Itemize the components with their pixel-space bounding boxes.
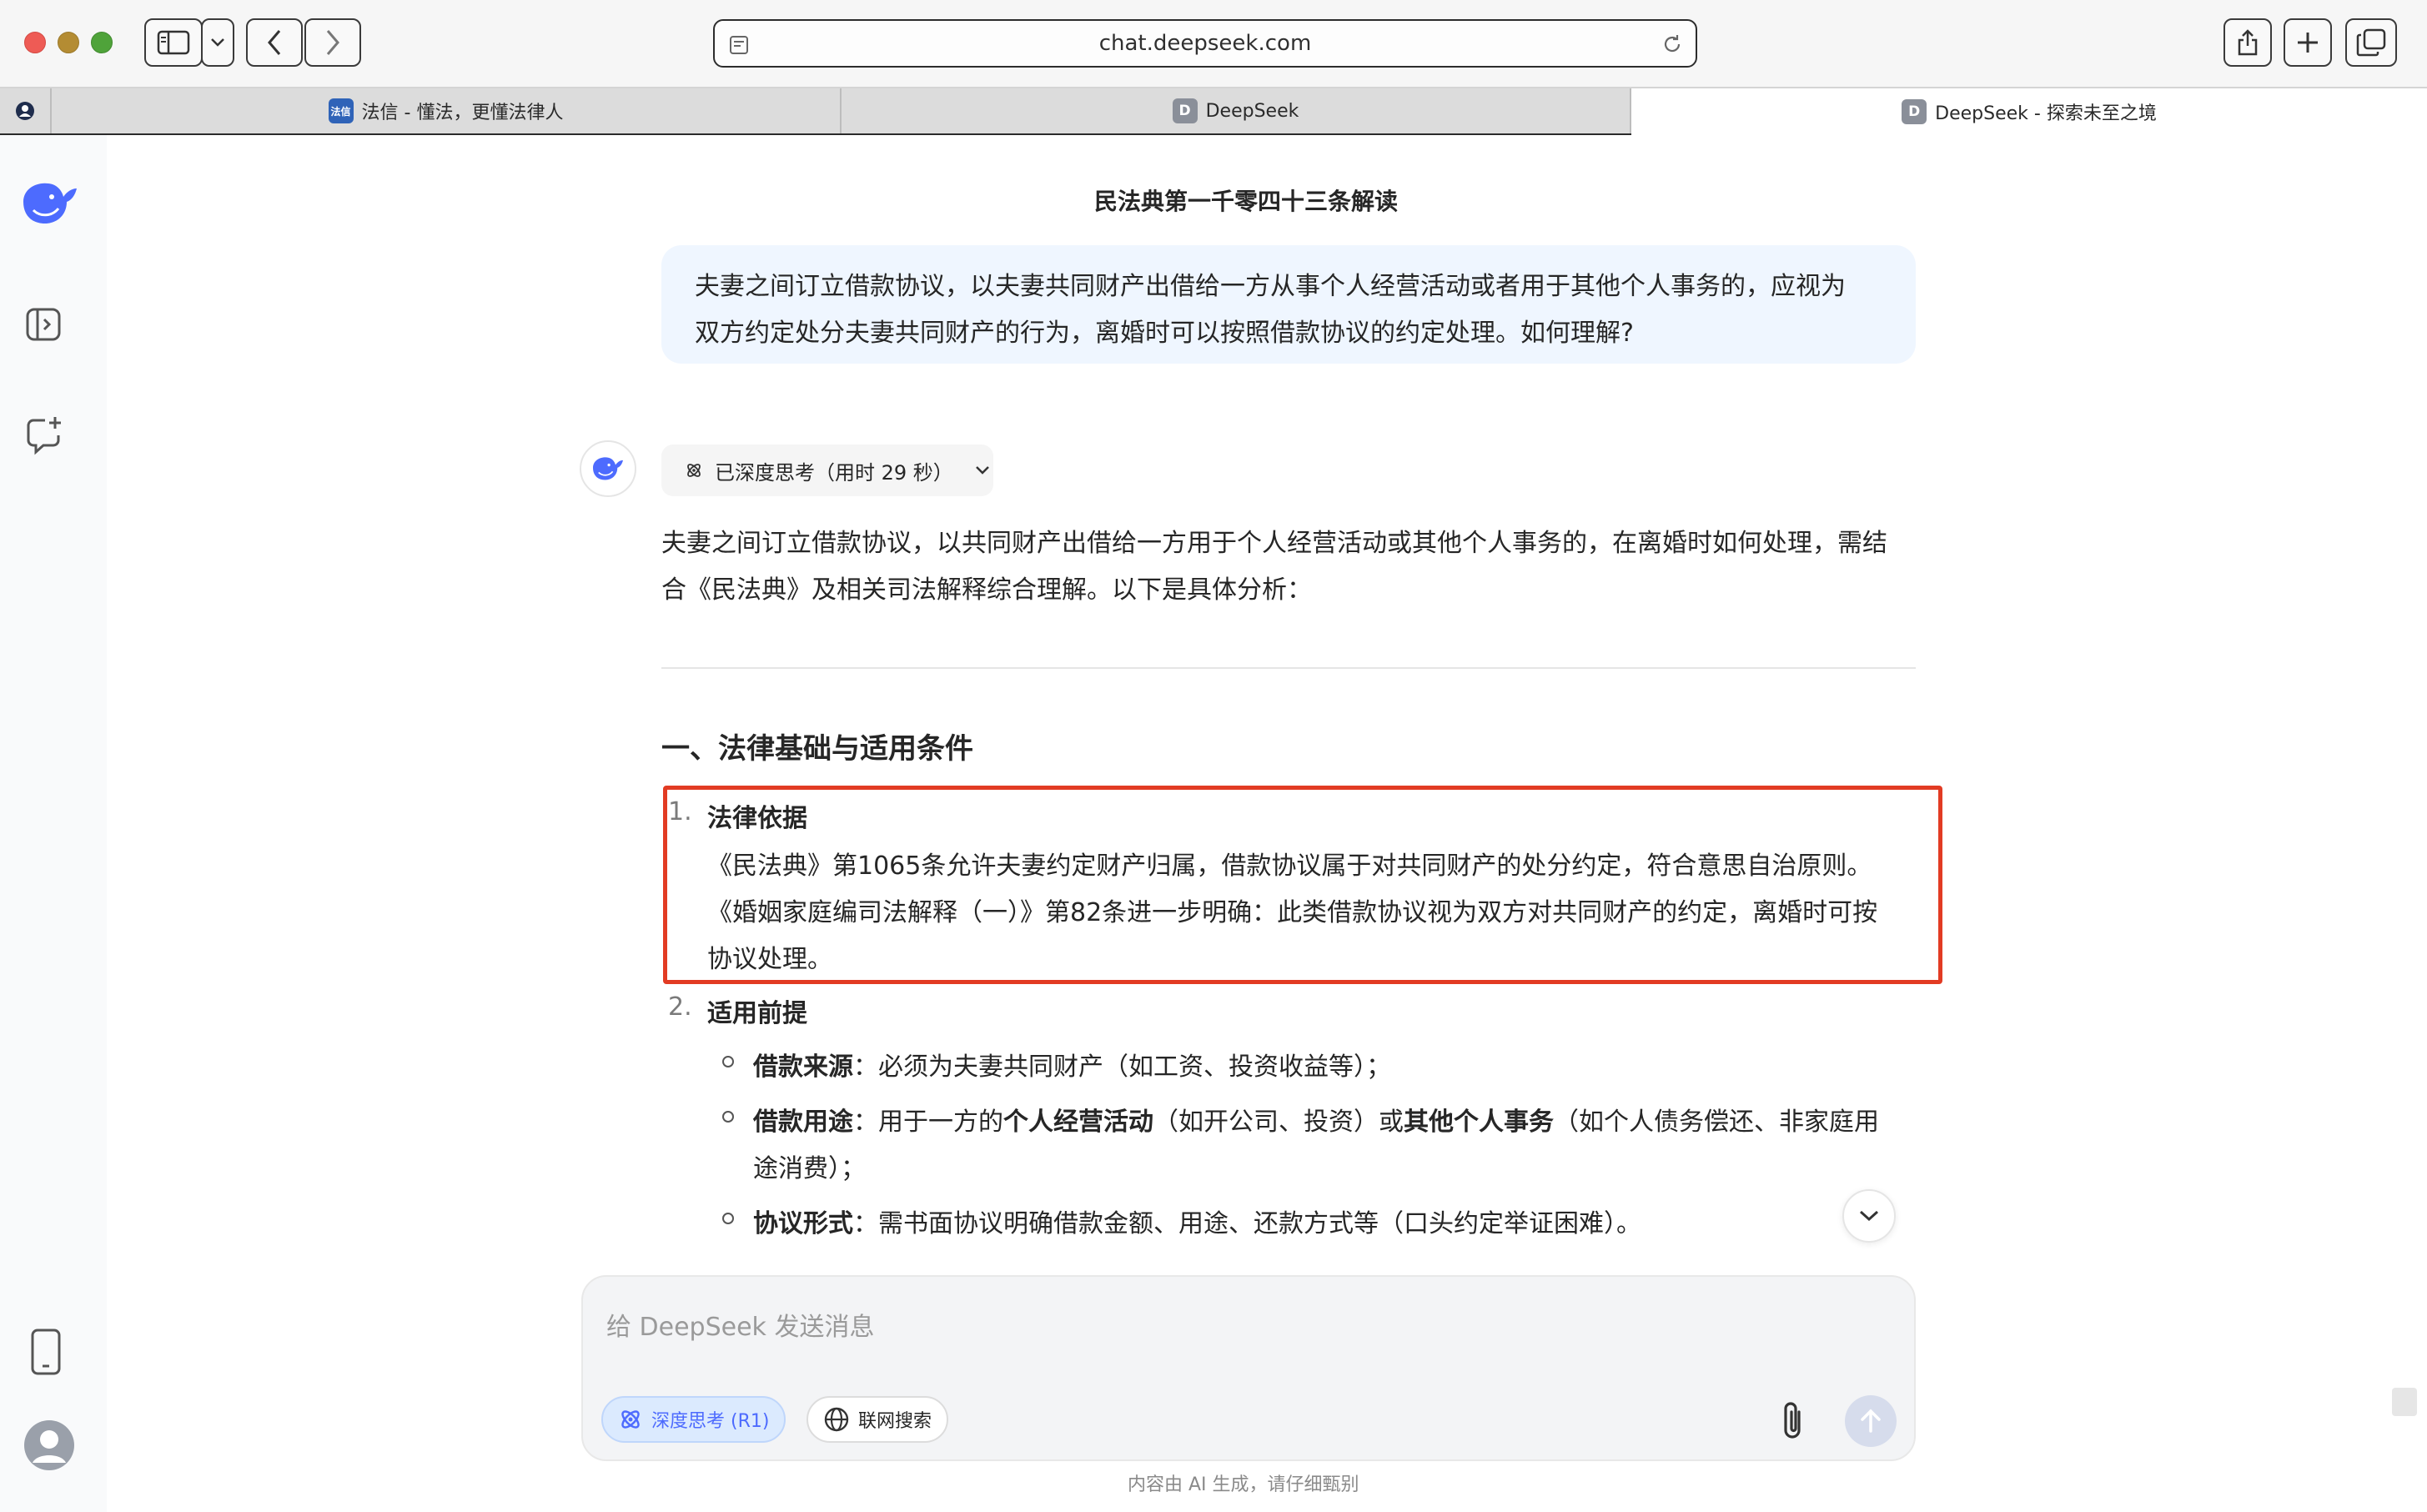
- sidebar-expand-icon: [26, 308, 61, 341]
- share-button[interactable]: [2223, 18, 2272, 67]
- new-chat-icon: [27, 417, 61, 455]
- browser-window: chat.deepseek.com 法信 法信 - 懂法，更懂法律人 D Dee…: [0, 0, 2427, 1512]
- address-bar[interactable]: chat.deepseek.com: [713, 19, 1697, 68]
- deepseek-favicon-icon: D: [1902, 99, 1927, 124]
- bullet-item: 协议形式：需书面协议明确借款金额、用途、还款方式等（口头约定举证困难）。: [753, 1203, 1641, 1239]
- user-message-line: 夫妻之间订立借款协议，以夫妻共同财产出借给一方从事个人经营活动或者用于其他个人事…: [695, 272, 1846, 301]
- deepseek-favicon-icon: D: [1172, 98, 1198, 123]
- tab-label: 法信 - 懂法，更懂法律人: [361, 103, 564, 123]
- reload-icon[interactable]: [1661, 33, 1684, 56]
- pinned-tab[interactable]: [0, 88, 52, 133]
- bullet-text: ：需书面协议明确借款金额、用途、还款方式等（口头约定举证困难）。: [853, 1209, 1641, 1238]
- pinned-site-icon: [16, 102, 34, 120]
- url-text: chat.deepseek.com: [1098, 31, 1312, 56]
- bullet-label: 借款用途: [753, 1108, 853, 1137]
- tab-deepseek[interactable]: D DeepSeek: [842, 88, 1631, 133]
- mobile-icon: [31, 1329, 61, 1375]
- list-item-title: 适用前提: [707, 999, 807, 1028]
- mobile-app-button[interactable]: [30, 1328, 62, 1376]
- chevron-right-icon: [326, 30, 339, 55]
- browser-toolbar: chat.deepseek.com: [0, 0, 2427, 88]
- faxin-favicon-icon: 法信: [328, 98, 354, 123]
- thinking-toggle[interactable]: 已深度思考（用时 29 秒）: [661, 445, 993, 496]
- scroll-to-bottom-button[interactable]: [1842, 1189, 1896, 1243]
- user-profile-button[interactable]: [23, 1419, 75, 1471]
- ai-disclaimer: 内容由 AI 生成，请仔细甄别: [1128, 1474, 1359, 1495]
- bullet-emphasis: 其他个人事务: [1404, 1108, 1554, 1137]
- web-search-label: 联网搜索: [858, 1411, 932, 1432]
- tab-overview-button[interactable]: [2345, 18, 2397, 67]
- bullet-circle: [722, 1056, 734, 1067]
- deep-think-label: 深度思考 (R1): [651, 1411, 770, 1432]
- chevron-down-icon: [1859, 1210, 1879, 1222]
- assistant-avatar: [580, 440, 636, 497]
- close-window-button[interactable]: [24, 32, 46, 53]
- bullet-circle: [722, 1111, 734, 1123]
- message-composer: 深度思考 (R1) 联网搜索: [581, 1275, 1916, 1461]
- tab-bar: 法信 法信 - 懂法，更懂法律人 D DeepSeek D DeepSeek -…: [0, 88, 2427, 135]
- deep-think-toggle[interactable]: 深度思考 (R1): [601, 1396, 786, 1443]
- open-sidebar-button[interactable]: [25, 307, 62, 342]
- share-icon: [2238, 29, 2258, 56]
- list-number: 2.: [668, 992, 692, 1022]
- answer-intro: 夫妻之间订立借款协议，以共同财产出借给一方用于个人经营活动或其他个人事务的，在离…: [661, 520, 1917, 614]
- bullet-circle: [722, 1213, 734, 1224]
- tab-faxin[interactable]: 法信 法信 - 懂法，更懂法律人: [52, 88, 842, 133]
- tab-label: DeepSeek: [1205, 100, 1299, 122]
- tab-overview-icon: [2356, 28, 2386, 57]
- attach-file-button[interactable]: [1777, 1400, 1807, 1445]
- sidebar-icon: [157, 30, 190, 55]
- bullet-label: 借款来源: [753, 1052, 853, 1082]
- user-message: 夫妻之间订立借款协议，以夫妻共同财产出借给一方从事个人经营活动或者用于其他个人事…: [661, 245, 1916, 364]
- chevron-down-icon: [975, 466, 989, 475]
- tab-label: DeepSeek - 探索未至之境: [1935, 103, 2157, 124]
- minimize-window-button[interactable]: [58, 32, 79, 53]
- new-chat-button[interactable]: [25, 415, 63, 455]
- atom-icon: [621, 1410, 640, 1429]
- message-input[interactable]: [606, 1302, 1857, 1352]
- thinking-label: 已深度思考（用时 29 秒）: [715, 460, 953, 485]
- page-settings-icon[interactable]: [728, 34, 750, 56]
- bullet-text: 途消费）；: [753, 1154, 866, 1183]
- zoom-window-button[interactable]: [91, 32, 113, 53]
- web-search-toggle[interactable]: 联网搜索: [806, 1396, 949, 1443]
- user-avatar-icon: [24, 1420, 74, 1470]
- new-tab-button[interactable]: [2284, 18, 2332, 67]
- highlight-annotation-box: [663, 786, 1942, 984]
- back-button[interactable]: [246, 18, 303, 67]
- bullet-text: （如开公司、投资）或: [1153, 1108, 1404, 1137]
- sidebar-toggle-button[interactable]: [144, 18, 203, 67]
- section-heading: 一、法律基础与适用条件: [661, 732, 973, 766]
- bullet-text: （如个人债务偿还、非家庭用: [1554, 1108, 1879, 1137]
- bullet-label: 协议形式: [753, 1209, 853, 1238]
- user-message-line: 双方约定处分夫妻共同财产的行为，离婚时可以按照借款协议的约定处理。如何理解?: [695, 319, 1634, 348]
- send-button[interactable]: [1845, 1395, 1897, 1447]
- answer-line: 夫妻之间订立借款协议，以共同财产出借给一方用于个人经营活动或其他个人事务的，在离…: [661, 529, 1887, 558]
- tab-group-dropdown-button[interactable]: [201, 18, 234, 67]
- divider: [661, 667, 1916, 669]
- answer-line: 合《民法典》及相关司法解释综合理解。以下是具体分析：: [661, 575, 1312, 605]
- plus-icon: [2298, 33, 2318, 53]
- left-rail: [0, 135, 107, 1512]
- chevron-left-icon: [268, 30, 281, 55]
- arrow-up-icon: [1861, 1409, 1881, 1433]
- bullet-item: 借款来源：必须为夫妻共同财产（如工资、投资收益等）；: [753, 1046, 1391, 1083]
- bullet-text: ：用于一方的: [853, 1108, 1003, 1137]
- paperclip-icon: [1784, 1402, 1801, 1439]
- deepseek-logo[interactable]: [18, 177, 82, 230]
- scrollbar-handle[interactable]: [2392, 1388, 2417, 1416]
- bullet-text: ：必须为夫妻共同财产（如工资、投资收益等）；: [853, 1052, 1391, 1082]
- globe-icon: [824, 1407, 849, 1432]
- deepseek-logo-icon: [593, 457, 623, 480]
- chevron-down-icon: [211, 38, 224, 47]
- forward-button[interactable]: [304, 18, 361, 67]
- bullet-item: 借款用途：用于一方的个人经营活动（如开公司、投资）或其他个人事务（如个人债务偿还…: [753, 1101, 1879, 1138]
- deepseek-logo-icon: [23, 183, 77, 224]
- atom-icon: [687, 464, 701, 477]
- tab-deepseek-active[interactable]: D DeepSeek - 探索未至之境: [1631, 88, 2427, 135]
- bullet-emphasis: 个人经营活动: [1003, 1108, 1153, 1137]
- chat-title: 民法典第一千零四十三条解读: [1094, 188, 1399, 215]
